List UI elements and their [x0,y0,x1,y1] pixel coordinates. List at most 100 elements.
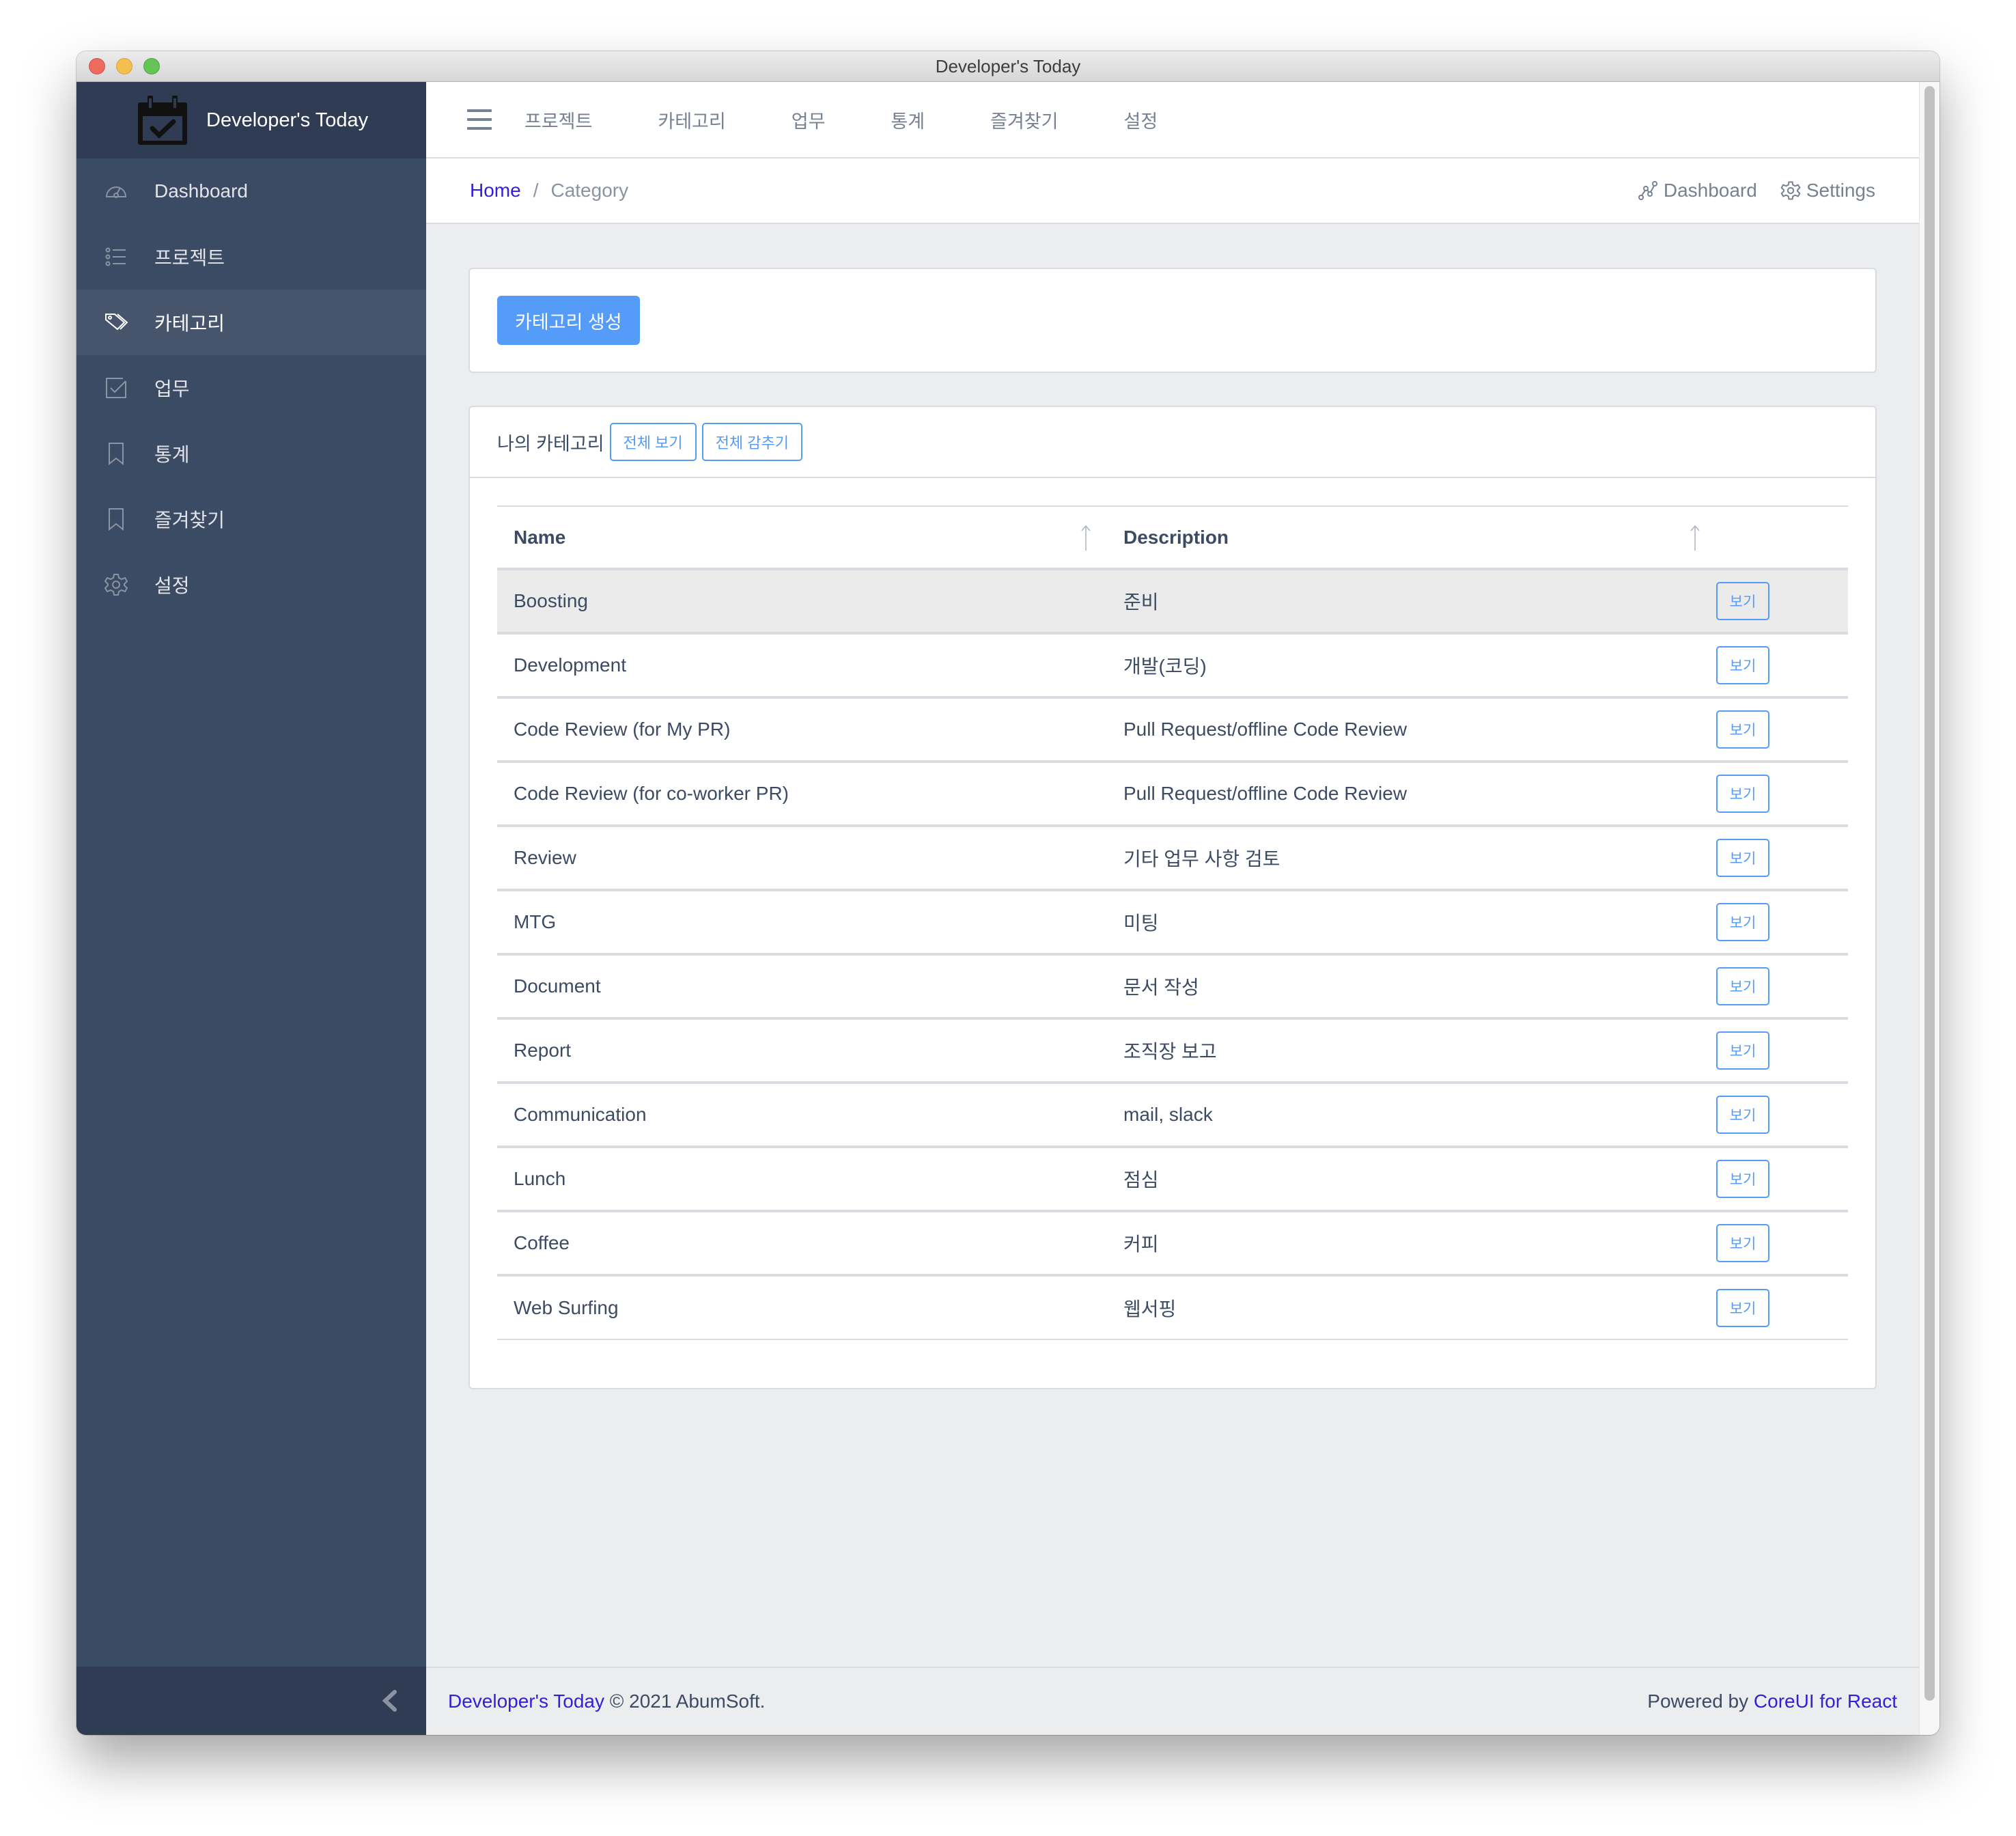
sidebar-item-label: 업무 [154,378,190,400]
view-button[interactable]: 보기 [1716,1096,1769,1134]
sort-arrow-up-icon[interactable] [1690,525,1700,552]
sidebar-item-tasks[interactable]: 업무 [76,355,426,421]
cell-name: Code Review (for My PR) [514,719,731,740]
show-all-button[interactable]: 전체 보기 [609,423,697,461]
table-row[interactable]: Report 조직장 보고 보기 [497,1018,1848,1083]
sidebar-item-statistics[interactable]: 통계 [76,421,426,486]
view-button[interactable]: 보기 [1716,582,1769,620]
view-button[interactable]: 보기 [1716,775,1769,813]
table-header-row: Name Description [497,506,1848,569]
hamburger-menu-button[interactable] [467,109,492,130]
table-row[interactable]: Code Review (for co-worker PR) Pull Reque… [497,762,1848,826]
view-button[interactable]: 보기 [1716,1224,1769,1262]
window-title: Developer's Today [935,55,1081,76]
tags-icon [102,309,130,336]
sidebar-item-category[interactable]: 카테고리 [76,290,426,355]
cell-name: Lunch [514,1168,566,1189]
footer-coreui-link[interactable]: CoreUI for React [1754,1691,1897,1712]
table-row[interactable]: Lunch 점심 보기 [497,1147,1848,1211]
table-row[interactable]: Review 기타 업무 사항 검토 보기 [497,826,1848,890]
minimize-window-button[interactable] [116,58,132,74]
graph-icon [1638,181,1657,200]
view-button[interactable]: 보기 [1716,710,1769,749]
cell-actions: 보기 [1716,1211,1848,1275]
sidebar-item-label: 즐겨찾기 [154,510,225,531]
header-nav-settings[interactable]: 설정 [1124,107,1158,133]
cell-description: 점심 [1123,1169,1159,1191]
speedometer-icon [102,178,130,205]
hamburger-icon [467,109,492,112]
view-button[interactable]: 보기 [1716,839,1769,877]
scrollbar-thumb[interactable] [1924,86,1935,1701]
column-header-actions [1716,506,1848,569]
sidebar-item-projects[interactable]: 프로젝트 [76,224,426,290]
table-row[interactable]: Document 문서 작성 보기 [497,954,1848,1018]
categories-table: Name Description Boosting 준비 보기 Developm… [497,505,1848,1340]
sidebar-item-settings[interactable]: 설정 [76,552,426,617]
footer-powered-by: Powered by [1647,1691,1749,1712]
cell-actions: 보기 [1716,633,1848,697]
cell-actions: 보기 [1716,697,1848,762]
header-nav-statistics[interactable]: 통계 [891,107,925,133]
close-window-button[interactable] [89,58,105,74]
bookmark-icon [102,440,130,467]
view-button[interactable]: 보기 [1716,646,1769,684]
cell-actions: 보기 [1716,762,1848,826]
cell-description: 커피 [1123,1234,1159,1255]
footer-right: Powered by CoreUI for React [1647,1691,1897,1712]
settings-link[interactable]: Settings [1780,180,1875,201]
table-row[interactable]: Code Review (for My PR) Pull Request/offl… [497,697,1848,762]
sidebar-item-favorites[interactable]: 즐겨찾기 [76,486,426,552]
sidebar-item-label: 카테고리 [154,313,225,334]
breadcrumb-home[interactable]: Home [470,180,521,201]
bookmark-icon [102,505,130,533]
dashboard-link[interactable]: Dashboard [1638,180,1757,201]
table-row[interactable]: Boosting 준비 보기 [497,569,1848,633]
create-category-card: 카테고리 생성 [468,268,1877,373]
view-button[interactable]: 보기 [1716,1031,1769,1070]
list-icon [102,243,130,270]
app-window: Developer's Today Developer's Today Dash… [76,51,1940,1735]
settings-icon [102,571,130,598]
top-header: 프로젝트 카테고리 업무 통계 즐겨찾기 설정 [426,82,1919,158]
cell-description: 기타 업무 사항 검토 [1123,848,1280,870]
header-nav-category[interactable]: 카테고리 [658,107,725,133]
header-nav: 프로젝트 카테고리 업무 통계 즐겨찾기 설정 [524,107,1223,133]
title-bar: Developer's Today [76,51,1940,82]
table-row[interactable]: MTG 미팅 보기 [497,890,1848,954]
table-row[interactable]: Web Surfing 웹서핑 보기 [497,1275,1848,1339]
cell-description: 웹서핑 [1123,1298,1177,1320]
cell-actions: 보기 [1716,1147,1848,1211]
view-button[interactable]: 보기 [1716,1160,1769,1198]
header-nav-projects[interactable]: 프로젝트 [524,107,592,133]
sidebar-minimizer[interactable] [76,1667,426,1735]
column-header-name[interactable]: Name [497,506,1107,569]
cell-name: Web Surfing [514,1296,619,1318]
cell-actions: 보기 [1716,890,1848,954]
cell-actions: 보기 [1716,1083,1848,1147]
vertical-scrollbar[interactable] [1919,82,1940,1735]
table-row[interactable]: Development 개발(코딩) 보기 [497,633,1848,697]
content: 카테고리 생성 나의 카테고리 전체 보기 전체 감추기 Name Descri… [426,224,1919,1389]
view-button[interactable]: 보기 [1716,1288,1769,1327]
create-category-button[interactable]: 카테고리 생성 [497,296,640,345]
table-row[interactable]: Communication mail, slack 보기 [497,1083,1848,1147]
column-header-description[interactable]: Description [1107,506,1716,569]
maximize-window-button[interactable] [143,58,160,74]
footer-brand-link[interactable]: Developer's Today [448,1691,604,1712]
my-categories-card: 나의 카테고리 전체 보기 전체 감추기 Name Description Bo… [468,406,1877,1389]
cell-actions: 보기 [1716,569,1848,633]
sidebar-item-dashboard[interactable]: Dashboard [76,158,426,224]
header-nav-tasks[interactable]: 업무 [792,107,826,133]
table-body: Boosting 준비 보기 Development 개발(코딩) 보기 Code Revi… [497,569,1848,1339]
view-button[interactable]: 보기 [1716,967,1769,1005]
cell-name: Boosting [514,590,588,611]
cell-description: 조직장 보고 [1123,1041,1217,1062]
header-nav-favorites[interactable]: 즐겨찾기 [990,107,1058,133]
sidebar-brand[interactable]: Developer's Today [76,82,426,158]
table-row[interactable]: Coffee 커피 보기 [497,1211,1848,1275]
sort-arrow-up-icon[interactable] [1081,525,1091,552]
hide-all-button[interactable]: 전체 감추기 [701,423,802,461]
cell-actions: 보기 [1716,1275,1848,1339]
view-button[interactable]: 보기 [1716,903,1769,941]
